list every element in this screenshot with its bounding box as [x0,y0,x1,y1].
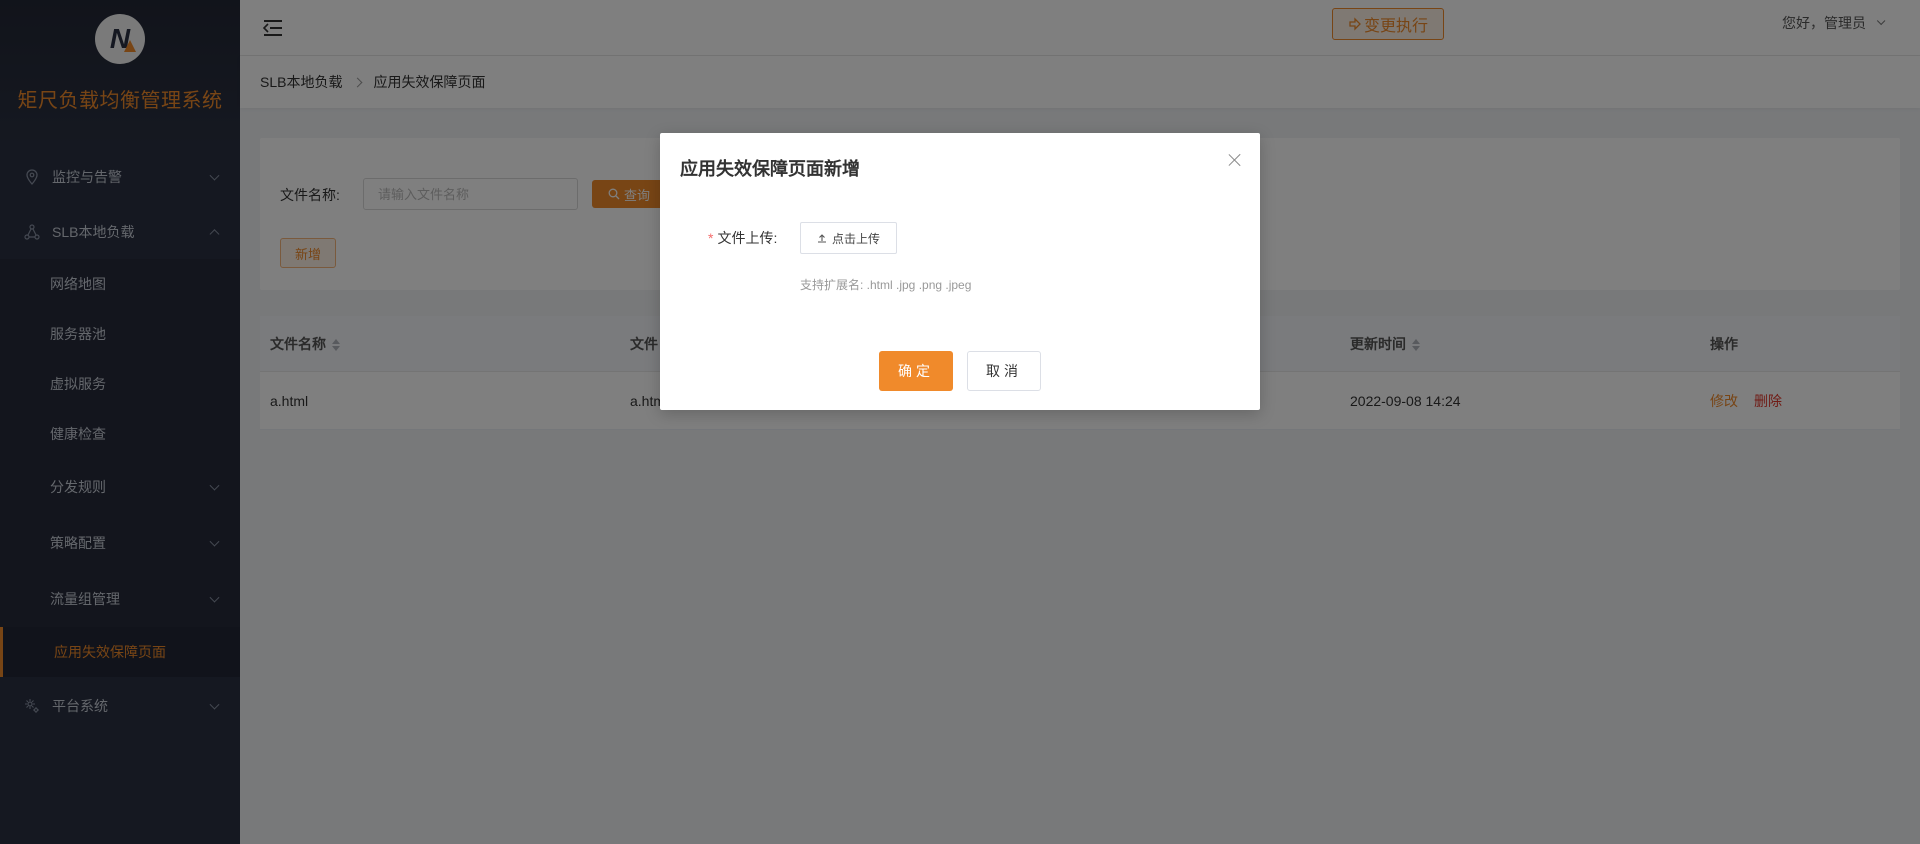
confirm-button[interactable]: 确定 [879,351,953,391]
required-mark: * [708,230,714,246]
upload-icon [817,234,826,243]
add-failsafe-dialog: 应用失效保障页面新增 * 文件上传: 点击上传 支持扩展名: .html .jpg… [660,133,1260,410]
upload-hint: 支持扩展名: .html .jpg .png .jpeg [800,278,972,292]
upload-field-label-text: 文件上传: [717,230,778,246]
upload-button[interactable]: 点击上传 [800,222,897,254]
upload-button-label: 点击上传 [831,231,880,246]
upload-field-label: * 文件上传: [708,228,777,248]
close-icon[interactable] [1228,153,1242,167]
modal-overlay[interactable] [0,0,1920,844]
cancel-button[interactable]: 取消 [967,351,1041,391]
dialog-title: 应用失效保障页面新增 [680,159,860,179]
